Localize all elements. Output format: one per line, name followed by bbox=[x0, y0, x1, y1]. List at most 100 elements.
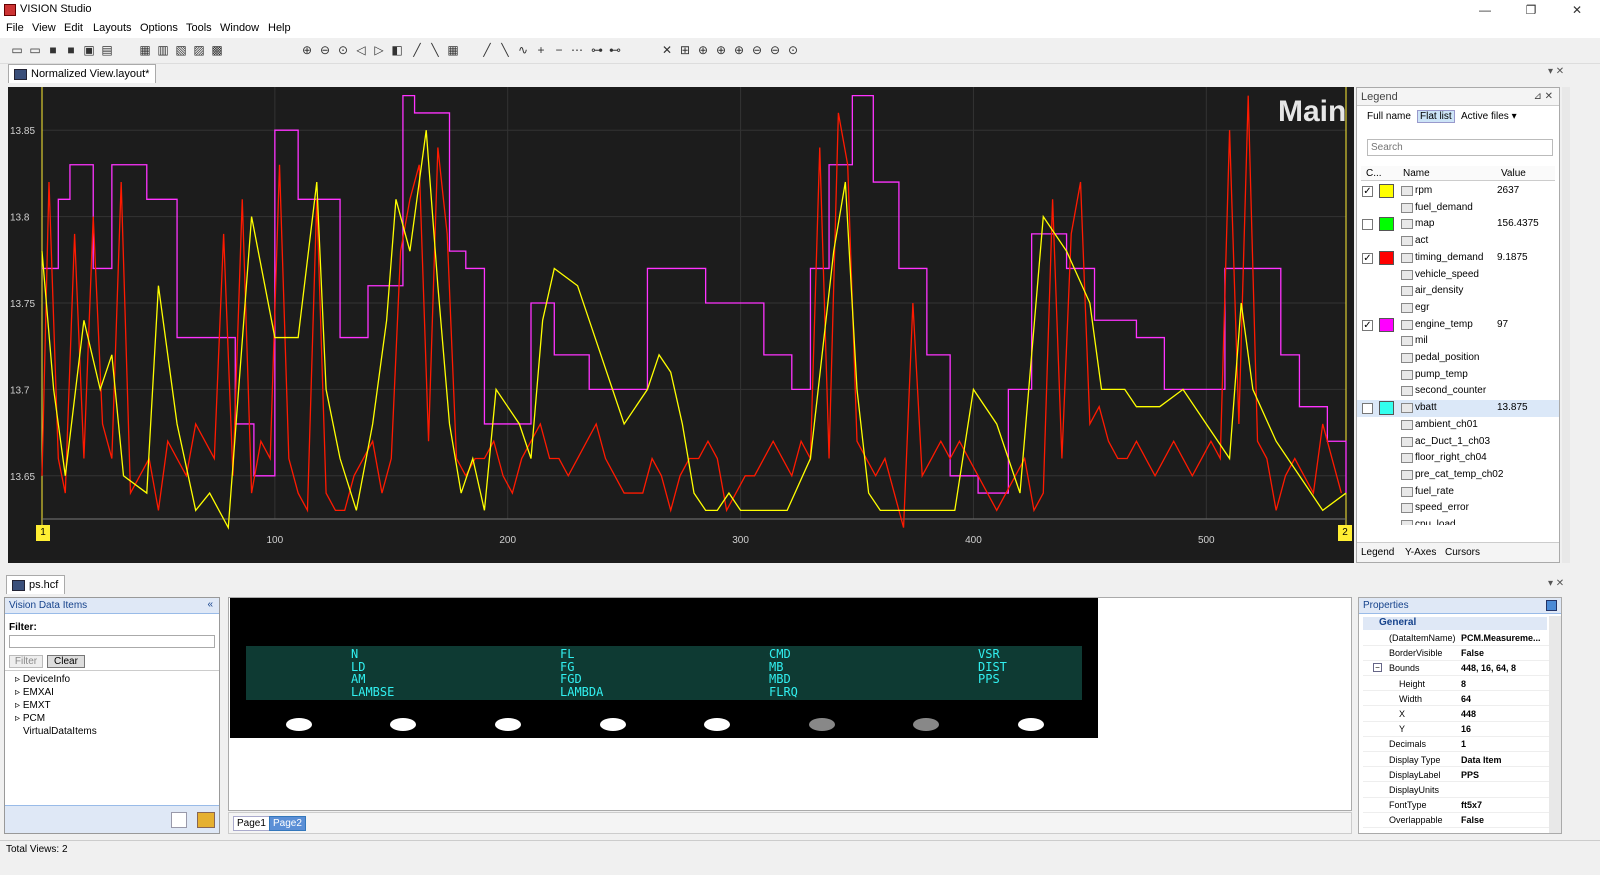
legend-row-pre-cat-temp-ch02[interactable]: pre_cat_temp_ch02 bbox=[1357, 467, 1559, 484]
zoom-all-icon[interactable]: ⊕ bbox=[732, 43, 746, 57]
display-button-2[interactable] bbox=[390, 718, 416, 731]
property-row[interactable]: Overlappable False bbox=[1363, 813, 1551, 828]
grid-icon[interactable]: ▩ bbox=[210, 43, 224, 57]
property-value[interactable]: 448 bbox=[1461, 709, 1476, 719]
remove-icon[interactable]: − bbox=[552, 43, 566, 57]
tab-dropdown-icon[interactable]: ▾ ✕ bbox=[1548, 66, 1564, 77]
display-button-6[interactable] bbox=[809, 718, 835, 731]
legend-color-swatch[interactable] bbox=[1379, 217, 1394, 232]
lcd-label[interactable]: MBD bbox=[769, 673, 791, 685]
tab-cursors[interactable]: Cursors bbox=[1445, 547, 1480, 558]
property-row[interactable]: Y 16 bbox=[1363, 722, 1551, 737]
property-row[interactable]: − Bounds 448, 16, 64, 8 bbox=[1363, 661, 1551, 676]
tree-item-deviceinfo[interactable]: ▹ DeviceInfo bbox=[15, 674, 70, 685]
lcd-label[interactable]: FLRQ bbox=[769, 686, 798, 698]
lcd-label[interactable]: PPS bbox=[978, 673, 1000, 685]
zoom-x-icon[interactable]: ⊕ bbox=[696, 43, 710, 57]
property-value[interactable]: 448, 16, 64, 8 bbox=[1461, 663, 1516, 673]
copy-icon[interactable]: ▧ bbox=[174, 43, 188, 57]
zoom-y-icon[interactable]: ⊕ bbox=[714, 43, 728, 57]
save-icon[interactable]: ■ bbox=[64, 43, 78, 57]
tab-ps-hcf[interactable]: ps.hcf bbox=[6, 575, 66, 594]
legend-row-pump-temp[interactable]: pump_temp bbox=[1357, 367, 1559, 384]
lcd-label[interactable]: FL bbox=[560, 648, 574, 660]
property-row[interactable]: Decimals 1 bbox=[1363, 737, 1551, 752]
new-icon[interactable]: ▭ bbox=[28, 43, 42, 57]
tree-item-emxt[interactable]: ▹ EMXT bbox=[15, 700, 51, 711]
grid-toggle-icon[interactable]: ▦ bbox=[446, 43, 460, 57]
legend-row-ac-duct-1-ch03[interactable]: ac_Duct_1_ch03 bbox=[1357, 434, 1559, 451]
lcd-label[interactable]: LAMBDA bbox=[560, 686, 603, 698]
menu-file[interactable]: File bbox=[6, 22, 24, 34]
lcd-label[interactable]: CMD bbox=[769, 648, 791, 660]
tab-flat-list[interactable]: Flat list bbox=[1417, 110, 1455, 123]
folder-icon[interactable] bbox=[197, 812, 215, 828]
property-row[interactable]: FontType ft5x7 bbox=[1363, 798, 1551, 813]
wave-icon[interactable]: ∿ bbox=[516, 43, 530, 57]
menu-tools[interactable]: Tools bbox=[186, 22, 212, 34]
legend-color-swatch[interactable] bbox=[1379, 401, 1394, 416]
legend-color-swatch[interactable] bbox=[1379, 317, 1394, 332]
legend-row-second-counter[interactable]: second_counter bbox=[1357, 383, 1559, 400]
property-row[interactable]: UpdatePeriod200 bbox=[1363, 829, 1551, 832]
zoom-out-x-icon[interactable]: ⊖ bbox=[750, 43, 764, 57]
lcd-label[interactable]: LD bbox=[351, 661, 365, 673]
trend-icon[interactable]: ╱ bbox=[480, 43, 494, 57]
zoom-reset-icon[interactable]: ⊙ bbox=[786, 43, 800, 57]
filter-input[interactable] bbox=[9, 635, 215, 648]
filter-button[interactable]: Filter bbox=[9, 655, 43, 668]
legend-color-swatch[interactable] bbox=[1379, 250, 1394, 265]
unlink-icon[interactable]: ⊷ bbox=[608, 43, 622, 57]
property-row[interactable]: DisplayLabel PPS bbox=[1363, 768, 1551, 783]
layout-icon[interactable]: ▦ bbox=[138, 43, 152, 57]
delete-icon[interactable]: ✕ bbox=[660, 43, 674, 57]
chart-area[interactable]: 13.85 13.8 13.75 13.7 13.65 100 200 300 400 500 M… bbox=[8, 87, 1354, 563]
collapse-icon[interactable]: « bbox=[207, 599, 213, 610]
property-value[interactable]: 1 bbox=[1461, 739, 1466, 749]
expander-icon[interactable]: − bbox=[1373, 663, 1382, 673]
lcd-label[interactable]: MB bbox=[769, 661, 783, 673]
property-row[interactable]: X 448 bbox=[1363, 707, 1551, 722]
tab-page2[interactable]: Page2 bbox=[269, 816, 306, 831]
tab-legend[interactable]: Legend bbox=[1361, 547, 1394, 558]
property-value[interactable]: PCM.Measureme... bbox=[1461, 633, 1541, 643]
property-row[interactable]: Height 8 bbox=[1363, 677, 1551, 692]
property-row[interactable]: (DataItemName) PCM.Measureme... bbox=[1363, 631, 1551, 646]
tree-item-virtualdataitems[interactable]: VirtualDataItems bbox=[23, 726, 97, 737]
lcd-label[interactable]: VSR bbox=[978, 648, 1000, 660]
close-file-icon[interactable]: ■ bbox=[46, 43, 60, 57]
legend-row-egr[interactable]: egr bbox=[1357, 300, 1559, 317]
property-value[interactable]: False bbox=[1461, 648, 1484, 658]
lcd-label[interactable]: N bbox=[351, 648, 358, 660]
list-view-icon[interactable] bbox=[171, 812, 187, 828]
legend-search-input[interactable] bbox=[1367, 139, 1553, 156]
legend-row-cpu-load[interactable]: cpu_load bbox=[1357, 517, 1559, 525]
scale-icon[interactable]: ⋯ bbox=[570, 43, 584, 57]
legend-row-fuel-demand[interactable]: fuel_demand bbox=[1357, 200, 1559, 217]
line-chart[interactable]: 13.85 13.8 13.75 13.7 13.65 100 200 300 400 500 bbox=[8, 87, 1354, 563]
legend-color-swatch[interactable] bbox=[1379, 184, 1394, 198]
right-scrollbar[interactable] bbox=[1562, 87, 1570, 563]
minimize-button[interactable]: — bbox=[1462, 0, 1508, 20]
zoom-out-icon[interactable]: ⊖ bbox=[318, 43, 332, 57]
tree-item-emxai[interactable]: ▹ EMXAI bbox=[15, 687, 54, 698]
property-value[interactable]: False bbox=[1461, 815, 1484, 825]
import-icon[interactable]: ▥ bbox=[156, 43, 170, 57]
legend-row-map[interactable]: map 156.4375 bbox=[1357, 216, 1559, 233]
menu-layouts[interactable]: Layouts bbox=[93, 22, 132, 34]
property-value[interactable]: ft5x7 bbox=[1461, 800, 1482, 810]
close-button[interactable]: ✕ bbox=[1554, 0, 1600, 20]
zoom-in-icon[interactable]: ⊕ bbox=[300, 43, 314, 57]
legend-row-air-density[interactable]: air_density bbox=[1357, 283, 1559, 300]
menu-window[interactable]: Window bbox=[220, 22, 259, 34]
legend-checkbox[interactable]: ✓ bbox=[1362, 319, 1373, 331]
paste-icon[interactable]: ▨ bbox=[192, 43, 206, 57]
tab-full-name[interactable]: Full name bbox=[1367, 111, 1411, 122]
legend-checkbox[interactable]: ✓ bbox=[1362, 252, 1373, 264]
properties-section-general[interactable]: General bbox=[1363, 617, 1547, 630]
properties-scrollbar[interactable] bbox=[1549, 616, 1561, 833]
lcd-label[interactable]: FG bbox=[560, 661, 574, 673]
cursor-icon[interactable]: ◧ bbox=[390, 43, 404, 57]
close-icon[interactable]: ⊿ ✕ bbox=[1533, 91, 1553, 102]
export-icon[interactable]: ▤ bbox=[100, 43, 114, 57]
